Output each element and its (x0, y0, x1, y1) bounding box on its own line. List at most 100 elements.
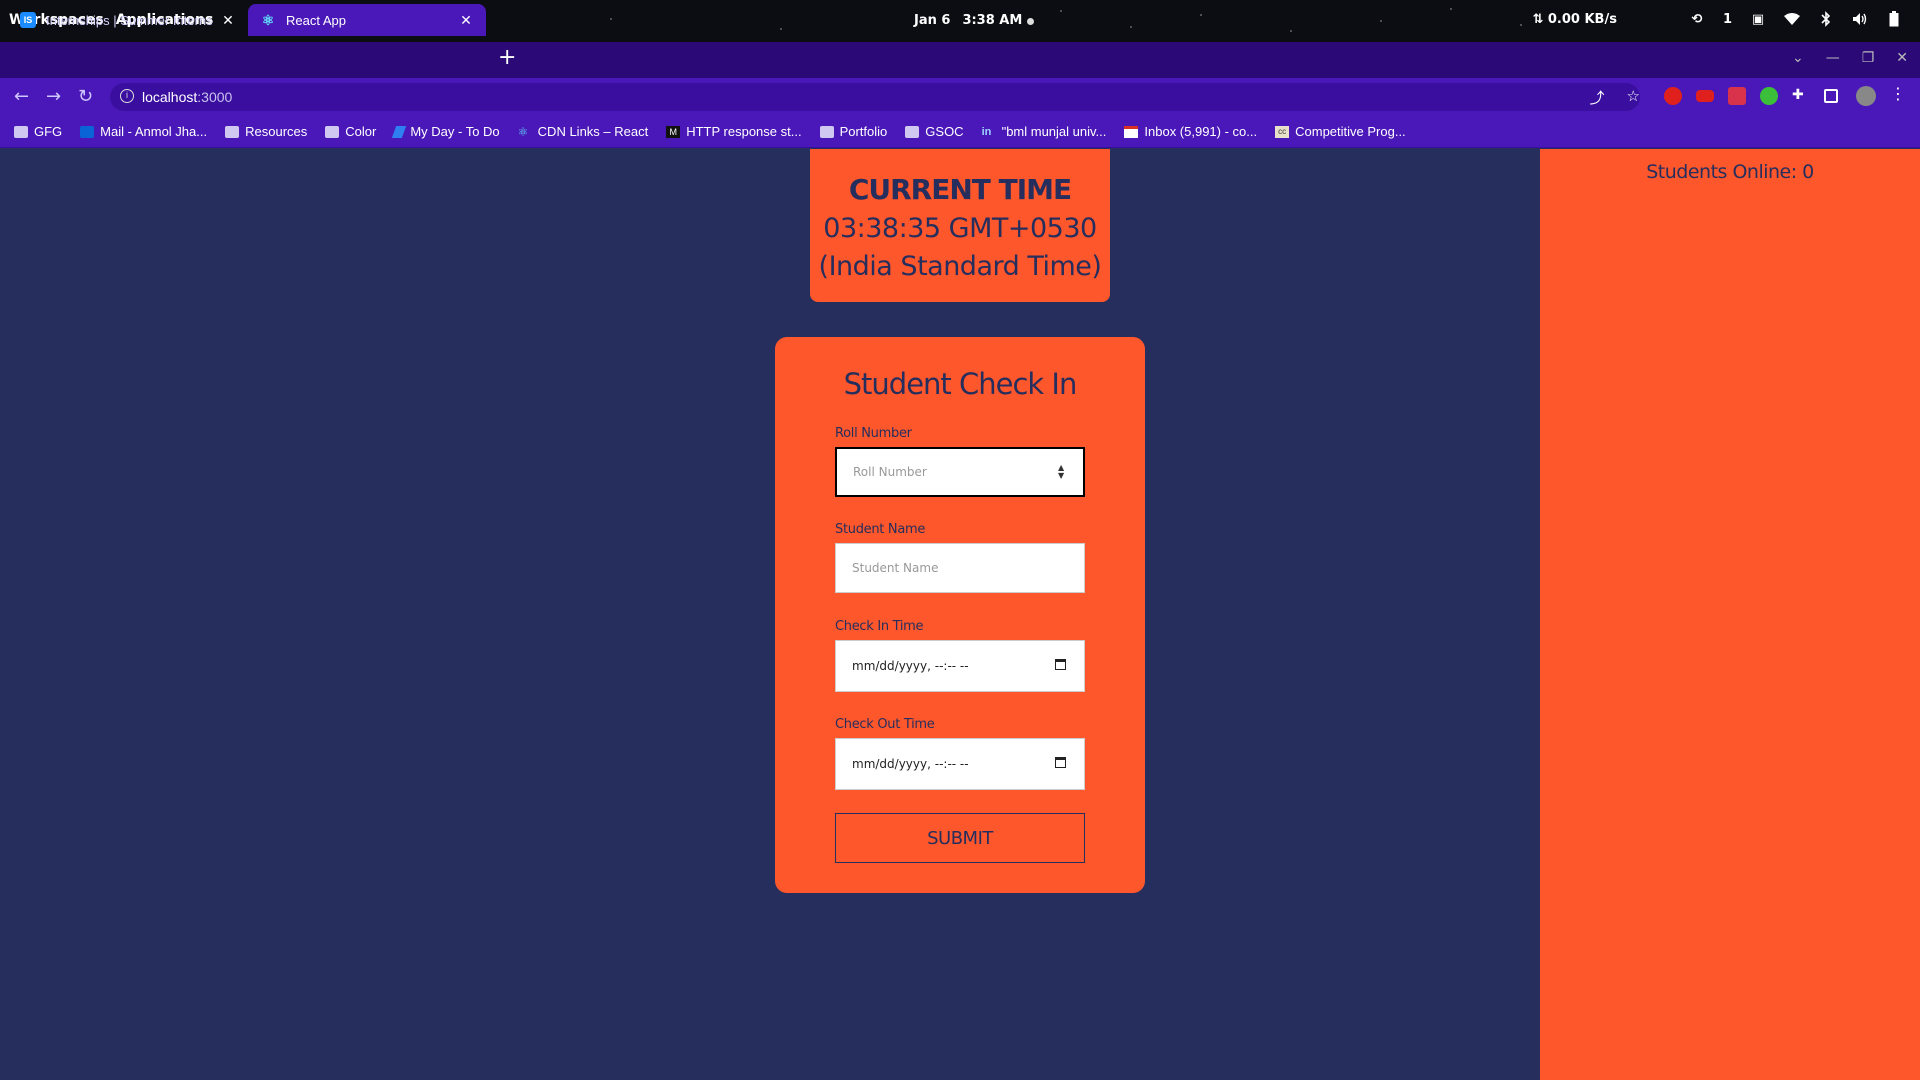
bookmark-color[interactable]: Color (325, 124, 376, 139)
bookmark-label: GFG (34, 124, 63, 139)
new-tab-button[interactable]: + (498, 47, 516, 69)
bookmark-label: "bml munjal univ... (1001, 124, 1107, 139)
tab-title: Internships | Summer Interns (46, 12, 213, 28)
roll-number-input[interactable] (835, 447, 1085, 497)
extension-red-icon[interactable] (1728, 87, 1746, 105)
student-name-label: Student Name (835, 522, 926, 537)
browser-toolbar: ← → ↻ i localhost:3000 ⤴ ☆ (0, 78, 1920, 116)
site-info-icon[interactable]: i (120, 89, 134, 103)
mdn-icon: M (666, 125, 681, 138)
star-decoration (1520, 24, 1522, 26)
cc-icon: cc (1275, 125, 1290, 138)
star-decoration (1200, 14, 1202, 16)
bookmark-label: HTTP response st... (686, 124, 802, 139)
submit-button[interactable]: SUBMIT (835, 813, 1085, 863)
bookmark-my-day[interactable]: My Day - To Do (392, 124, 500, 139)
bookmark-label: Portfolio (839, 124, 888, 139)
bookmark-label: GSOC (925, 124, 964, 139)
check-out-time-label: Check Out Time (835, 717, 935, 732)
profile-avatar[interactable] (1856, 86, 1876, 106)
extension-adblock-icon[interactable] (1664, 87, 1682, 105)
address-bar[interactable]: i localhost:3000 (110, 83, 1640, 111)
bookmark-cdn-links[interactable]: ⚛ CDN Links – React (518, 124, 649, 139)
linkedin-icon: in (981, 125, 992, 138)
page-content: Students Online: 0 CURRENT TIME 03:38:35… (0, 149, 1920, 1080)
close-tab-icon[interactable]: ✕ (458, 12, 474, 29)
bookmark-label: Mail - Anmol Jha... (100, 124, 208, 139)
bookmark-competitive-prog[interactable]: cc Competitive Prog... (1275, 124, 1406, 139)
wifi-icon[interactable] (1784, 11, 1800, 27)
star-decoration (1450, 8, 1452, 10)
star-decoration (1290, 30, 1292, 32)
internshala-favicon-icon: IS (20, 12, 36, 28)
tab-internships[interactable]: IS Internships | Summer Interns ✕ (8, 4, 248, 36)
bookmark-gfg[interactable]: GFG (14, 124, 62, 139)
close-window-icon[interactable]: ✕ (1896, 50, 1908, 66)
url-host: localhost (142, 89, 198, 105)
extension-youtube-icon[interactable] (1696, 90, 1714, 102)
forward-icon[interactable]: → (46, 86, 61, 107)
clock-display[interactable]: Jan 6 3:38 AM (914, 13, 1022, 28)
current-time-card: CURRENT TIME 03:38:35 GMT+0530 (India St… (810, 149, 1110, 302)
bluetooth-icon[interactable] (1818, 11, 1834, 27)
workspace-number[interactable]: 1 (1723, 12, 1732, 27)
bookmark-label: Resources (245, 124, 308, 139)
check-out-time-input[interactable]: mm/dd/yyyy, --:-- -- (835, 738, 1085, 790)
browser-tab-strip (0, 42, 1920, 78)
check-out-time-value: mm/dd/yyyy, --:-- -- (852, 757, 969, 771)
bookmark-linkedin[interactable]: in "bml munjal univ... (982, 124, 1107, 139)
students-online-count: Students Online: 0 (1646, 161, 1814, 183)
side-panel-icon[interactable] (1824, 89, 1838, 103)
screen-icon[interactable]: ▣ (1750, 11, 1766, 27)
form-title: Student Check In (843, 367, 1078, 401)
volume-icon[interactable] (1852, 11, 1868, 27)
star-decoration (610, 18, 612, 20)
bookmark-label: CDN Links – React (537, 124, 649, 139)
online-sidebar: Students Online: 0 (1540, 149, 1920, 1080)
gmail-icon (1124, 125, 1139, 138)
roll-number-label: Roll Number (835, 426, 912, 441)
url-port: :3000 (197, 89, 233, 105)
share-icon[interactable]: ⤴ (1590, 87, 1605, 108)
star-decoration (1380, 20, 1382, 22)
calendar-icon[interactable] (1055, 757, 1066, 768)
check-in-form: Student Check In Roll Number ▲▼ Student … (775, 337, 1145, 893)
bookmark-mail[interactable]: Mail - Anmol Jha... (80, 124, 207, 139)
star-decoration (1060, 10, 1062, 12)
student-name-input[interactable] (835, 543, 1085, 593)
bookmark-portfolio[interactable]: Portfolio (819, 124, 888, 139)
calendar-icon[interactable] (1055, 659, 1066, 670)
bookmark-label: My Day - To Do (410, 124, 500, 139)
outlook-icon (80, 125, 95, 138)
bookmarks-bar: GFG Mail - Anmol Jha... Resources Color … (0, 116, 1920, 148)
star-decoration (1130, 26, 1132, 28)
folder-icon (325, 125, 340, 138)
tab-react-app[interactable]: ⚛ React App ✕ (248, 4, 486, 36)
minimize-icon[interactable]: — (1826, 50, 1840, 66)
close-tab-icon[interactable]: ✕ (220, 12, 236, 29)
bookmark-inbox[interactable]: Inbox (5,991) - co... (1124, 124, 1257, 139)
bookmark-label: Inbox (5,991) - co... (1144, 124, 1258, 139)
star-decoration (780, 28, 782, 30)
bookmark-label: Competitive Prog... (1295, 124, 1406, 139)
react-icon: ⚛ (517, 124, 529, 139)
extensions-puzzle-icon[interactable]: ✚ (1792, 87, 1810, 105)
bookmark-http-response[interactable]: M HTTP response st... (666, 124, 802, 139)
extension-green-icon[interactable] (1760, 87, 1778, 105)
os-date: Jan 6 (914, 13, 951, 28)
restore-icon[interactable]: ❐ (1862, 50, 1875, 66)
bookmark-gsoc[interactable]: GSOC (905, 124, 964, 139)
back-icon[interactable]: ← (14, 86, 29, 107)
reload-icon[interactable]: ↻ (78, 86, 93, 107)
check-in-time-input[interactable]: mm/dd/yyyy, --:-- -- (835, 640, 1085, 692)
bookmark-star-icon[interactable]: ☆ (1627, 87, 1640, 108)
update-icon[interactable]: ⟲ (1689, 11, 1705, 27)
os-time: 3:38 AM (962, 13, 1023, 28)
tab-search-icon[interactable]: ⌄ (1792, 50, 1804, 66)
battery-icon[interactable] (1886, 11, 1902, 27)
check-in-time-label: Check In Time (835, 619, 924, 634)
current-time-zone: (India Standard Time) (818, 251, 1102, 282)
browser-menu-icon[interactable]: ⋮ (1890, 84, 1908, 103)
recording-indicator-icon (1027, 18, 1034, 25)
bookmark-resources[interactable]: Resources (225, 124, 307, 139)
